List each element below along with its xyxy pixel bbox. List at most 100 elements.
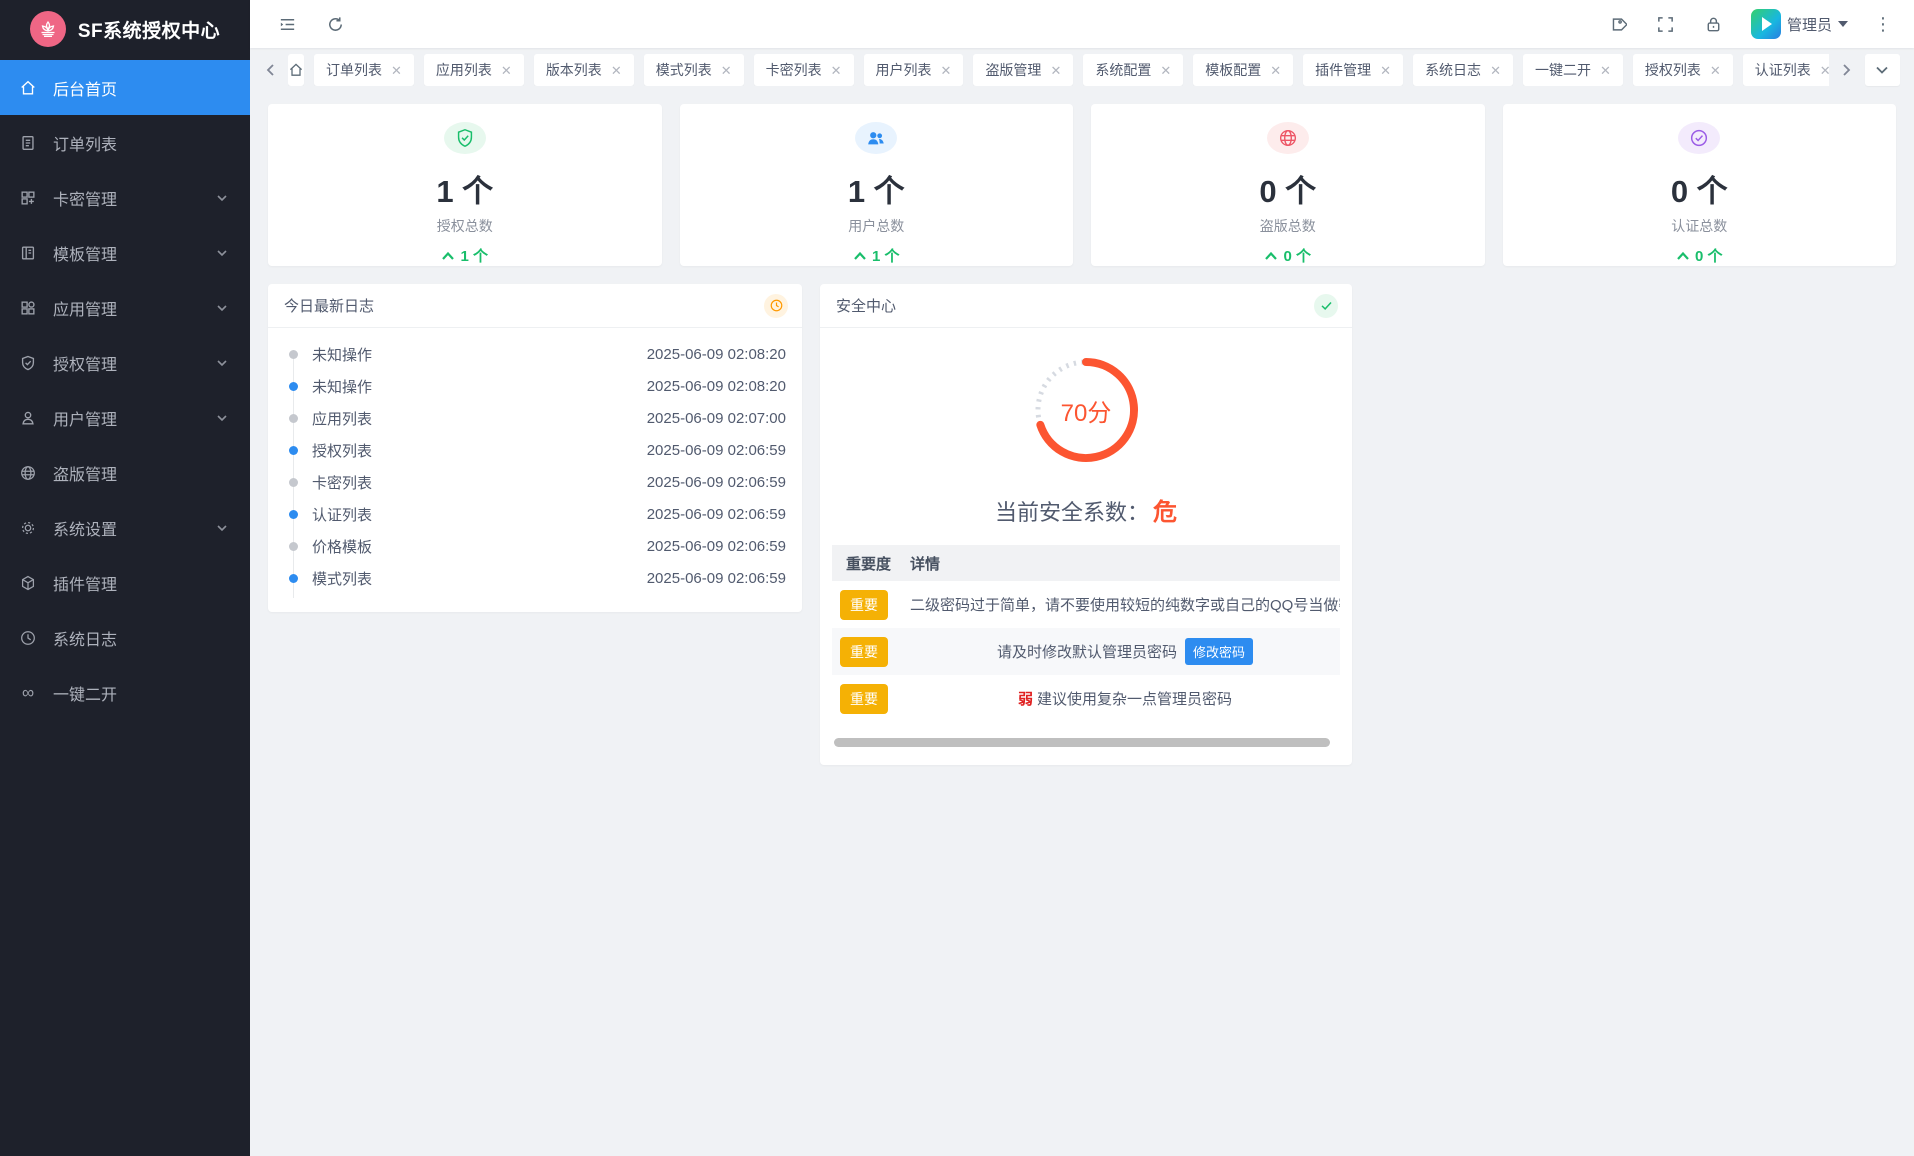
log-row[interactable]: 认证列表2025-06-09 02:06:59 [284, 498, 786, 530]
log-row[interactable]: 模式列表2025-06-09 02:06:59 [284, 562, 786, 594]
tab-home[interactable] [288, 54, 304, 86]
sidebar-item-one-key[interactable]: ∞ 一键二开 [0, 665, 250, 720]
stat-card-certifications: 0 个 认证总数 0 个 [1503, 104, 1897, 266]
timeline-dot [289, 446, 298, 455]
gear-icon [18, 518, 38, 538]
log-row[interactable]: 价格模板2025-06-09 02:06:59 [284, 530, 786, 562]
sidebar-item-label: 一键二开 [53, 681, 228, 705]
stat-value: 0 个 [1671, 166, 1728, 211]
infinity-icon: ∞ [18, 683, 38, 703]
tab-label: 版本列表 [546, 60, 602, 80]
scroll-tabs-right-icon[interactable] [1839, 63, 1853, 77]
close-icon[interactable]: ✕ [1710, 64, 1721, 77]
tabs-dropdown-button[interactable] [1865, 54, 1900, 86]
user-name: 管理员 [1787, 14, 1832, 35]
open-tabs: 订单列表 ✕ 应用列表 ✕ 版本列表 ✕ 模式列表✕ 卡密列表✕ 用户列表✕ 盗版管理… [288, 54, 1829, 86]
chevron-down-icon [216, 247, 228, 259]
close-icon[interactable]: ✕ [391, 64, 402, 77]
sidebar-item-logs[interactable]: 系统日志 [0, 610, 250, 665]
security-issues-table: 重要度 详情 重要 二级密码过于简单，请不要使用较短的纯数字或自己的QQ号当做密… [832, 545, 1340, 722]
close-icon[interactable]: ✕ [1820, 64, 1829, 77]
table-row: 重要 请及时修改默认管理员密码修改密码 [832, 628, 1340, 675]
tab-item[interactable]: 一键二开 ✕ [1523, 54, 1623, 86]
tab-item[interactable]: 盗版管理✕ [973, 54, 1073, 86]
tab-item[interactable]: 系统日志✕ [1413, 54, 1513, 86]
globe-icon [18, 463, 38, 483]
tab-item[interactable]: 模式列表✕ [644, 54, 744, 86]
tab-item[interactable]: 授权列表✕ [1633, 54, 1733, 86]
document-icon [18, 133, 38, 153]
sidebar-item-authorization[interactable]: 授权管理 [0, 335, 250, 390]
tab-item[interactable]: 用户列表✕ [864, 54, 964, 86]
log-row[interactable]: 未知操作2025-06-09 02:08:20 [284, 370, 786, 402]
close-icon[interactable]: ✕ [611, 64, 622, 77]
close-icon[interactable]: ✕ [501, 64, 512, 77]
importance-badge: 重要 [840, 684, 888, 714]
app-window: SF系统授权中心 后台首页 订单列表 卡密管理 [0, 0, 1914, 1156]
sidebar-item-label: 模板管理 [53, 241, 216, 265]
sidebar-item-piracy[interactable]: 盗版管理 [0, 445, 250, 500]
close-icon[interactable]: ✕ [1380, 64, 1391, 77]
close-icon[interactable]: ✕ [1490, 64, 1501, 77]
security-score-gauge: 70分 [1026, 350, 1146, 470]
latest-logs-card: 今日最新日志 未知操作2025-06-09 02:08:20 未知操作2025-… [268, 284, 802, 612]
importance-badge: 重要 [840, 637, 888, 667]
close-icon[interactable]: ✕ [1050, 64, 1061, 77]
tab-label: 应用列表 [436, 60, 492, 80]
security-level-line: 当前安全系数：危 [820, 492, 1352, 527]
horizontal-scrollbar[interactable] [834, 738, 1330, 747]
log-row[interactable]: 卡密列表2025-06-09 02:06:59 [284, 466, 786, 498]
tab-item[interactable]: 系统配置✕ [1083, 54, 1183, 86]
tab-label: 一键二开 [1535, 60, 1591, 80]
log-row[interactable]: 授权列表2025-06-09 02:06:59 [284, 434, 786, 466]
close-icon[interactable]: ✕ [941, 64, 952, 77]
sidebar-item-templates[interactable]: 模板管理 [0, 225, 250, 280]
tab-item[interactable]: 卡密列表✕ [754, 54, 854, 86]
table-row: 重要 弱建议使用复杂一点管理员密码 [832, 675, 1340, 722]
log-row[interactable]: 未知操作2025-06-09 02:08:20 [284, 338, 786, 370]
sidebar-item-orders[interactable]: 订单列表 [0, 115, 250, 170]
stat-label: 认证总数 [1671, 216, 1727, 236]
clock-icon [764, 294, 788, 318]
tab-item[interactable]: 订单列表 ✕ [314, 54, 414, 86]
user-menu[interactable]: 管理员 [1751, 9, 1848, 39]
tab-item[interactable]: 插件管理✕ [1303, 54, 1403, 86]
close-icon[interactable]: ✕ [1160, 64, 1171, 77]
stat-label: 授权总数 [437, 216, 493, 236]
tab-item[interactable]: 模板配置✕ [1193, 54, 1293, 86]
stat-delta: 0 个 [1264, 245, 1311, 266]
stat-value: 1 个 [436, 166, 493, 211]
sidebar-item-users[interactable]: 用户管理 [0, 390, 250, 445]
close-icon[interactable]: ✕ [1600, 64, 1611, 77]
log-row[interactable]: 应用列表2025-06-09 02:07:00 [284, 402, 786, 434]
stat-delta: 1 个 [853, 245, 900, 266]
shield-check-icon [444, 122, 486, 154]
scroll-tabs-left-icon[interactable] [264, 63, 278, 77]
refresh-icon[interactable] [324, 13, 346, 35]
importance-badge: 重要 [840, 590, 888, 620]
tab-item[interactable]: 应用列表 ✕ [424, 54, 524, 86]
timeline-dot [289, 382, 298, 391]
lock-icon[interactable] [1703, 13, 1725, 35]
more-options-icon[interactable]: ⋮ [1874, 14, 1892, 35]
tab-item[interactable]: 版本列表 ✕ [534, 54, 634, 86]
template-icon [18, 243, 38, 263]
sidebar-item-card-keys[interactable]: 卡密管理 [0, 170, 250, 225]
tab-label: 订单列表 [326, 60, 382, 80]
close-icon[interactable]: ✕ [831, 64, 842, 77]
sidebar-item-plugins[interactable]: 插件管理 [0, 555, 250, 610]
sidebar-item-label: 订单列表 [53, 131, 228, 155]
close-icon[interactable]: ✕ [1270, 64, 1281, 77]
sidebar-item-dashboard[interactable]: 后台首页 [0, 60, 250, 115]
sidebar-item-settings[interactable]: 系统设置 [0, 500, 250, 555]
close-icon[interactable]: ✕ [721, 64, 732, 77]
table-row: 重要 二级密码过于简单，请不要使用较短的纯数字或自己的QQ号当做密码 [832, 581, 1340, 628]
tab-item[interactable]: 认证列表✕ [1743, 54, 1829, 86]
tag-icon[interactable] [1607, 13, 1629, 35]
card-title: 今日最新日志 [284, 295, 374, 316]
sidebar-item-applications[interactable]: 应用管理 [0, 280, 250, 335]
change-password-button[interactable]: 修改密码 [1185, 638, 1253, 665]
collapse-sidebar-icon[interactable] [276, 13, 298, 35]
fullscreen-icon[interactable] [1655, 13, 1677, 35]
chevron-down-icon [216, 357, 228, 369]
